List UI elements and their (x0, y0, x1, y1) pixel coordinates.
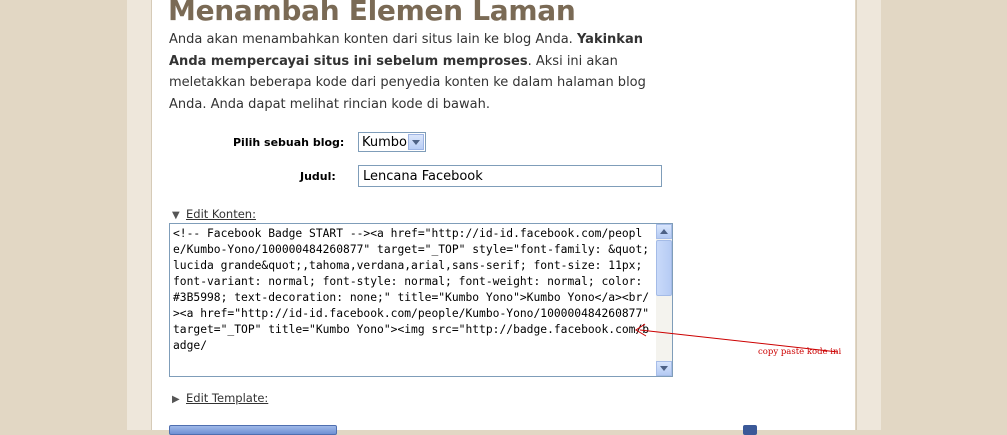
annotation-arrow (635, 323, 839, 353)
add-widget-button[interactable] (169, 425, 337, 435)
edit-template-label: Edit Template: (186, 391, 269, 405)
triangle-right-icon: ▶ (172, 394, 180, 405)
edit-template-toggle[interactable]: ▶ Edit Template: (172, 391, 268, 405)
facebook-icon (743, 425, 757, 435)
annotation-text: copy paste kode ini (758, 347, 842, 357)
